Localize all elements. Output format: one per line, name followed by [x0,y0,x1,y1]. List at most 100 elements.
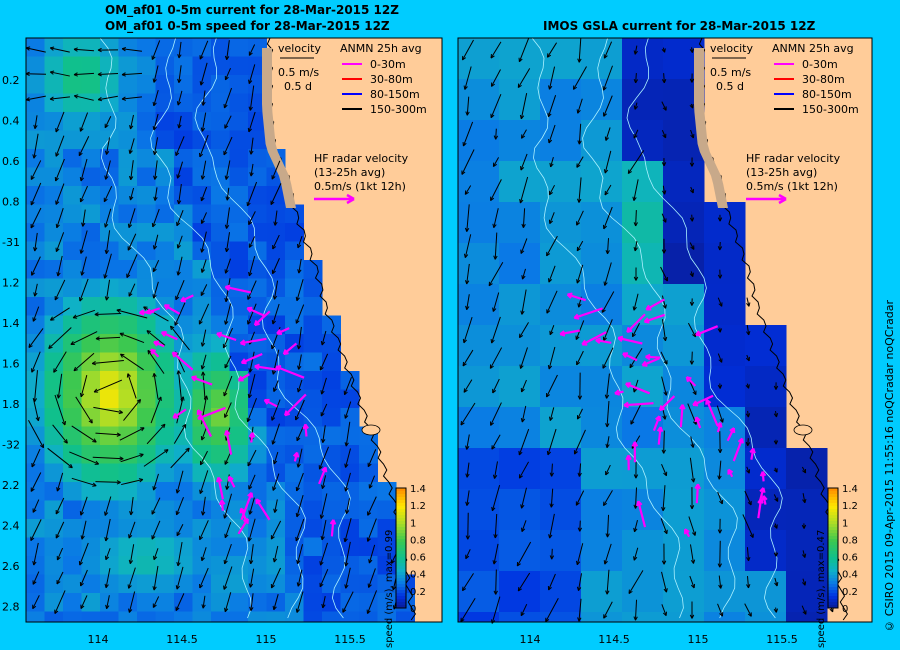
speed-cell [100,167,119,187]
speed-cell [192,593,212,612]
colorbar-segment [396,536,406,540]
speed-cell [248,167,267,187]
speed-cell [155,611,175,622]
speed-cell [100,574,119,594]
speed-cell [81,38,101,57]
speed-cell [137,352,156,372]
speed-cell [100,482,119,501]
speed-cell [155,204,175,224]
speed-cell [340,574,360,594]
anmn-legend-label: 150-300m [370,103,427,116]
speed-cell [581,612,623,622]
speed-cell [100,426,119,446]
speed-cell [540,407,582,449]
speed-cell [63,537,82,557]
speed-cell [63,463,82,483]
speed-cell [303,593,323,612]
speed-cell [63,389,82,409]
speed-cell [540,243,582,285]
hf-legend-title: HF radar velocity [314,152,409,165]
speed-cell [458,202,500,244]
speed-cell [229,593,249,612]
anmn-legend-label: 0-30m [802,58,838,71]
current-arrow [663,430,665,454]
anmn-legend-label: 0-30m [370,58,406,71]
speed-cell [192,500,212,520]
speed-cell [285,537,304,557]
colorbar-segment [828,572,838,576]
speed-cell [155,260,175,279]
speed-cell [540,366,582,408]
speed-cell [118,611,138,622]
speed-cell [622,530,664,572]
speed-cell [540,571,582,613]
speed-cell [26,574,45,594]
speed-cell [81,556,101,575]
speed-cell [100,463,119,483]
speed-cell [540,202,582,244]
speed-cell [192,611,212,622]
colorbar-tick: 0.2 [410,587,426,598]
colorbar-segment [396,524,406,528]
speed-cell [44,593,64,612]
anmn-legend-label: 150-300m [802,103,859,116]
colorbar-segment [396,599,406,603]
colorbar-segment [828,578,838,582]
speed-cell [540,489,582,531]
speed-cell [229,186,249,205]
speed-cell [44,93,64,113]
colorbar-segment [828,602,838,606]
speed-cell [540,284,582,326]
speed-cell [745,407,787,449]
speed-cell [26,463,45,483]
speed-cell [155,537,175,557]
latitude-tick: 0.4 [2,115,20,128]
island [793,424,813,436]
colorbar-segment [396,575,406,579]
colorbar-segment [396,548,406,552]
speed-cell [174,130,193,150]
speed-cell [211,445,230,464]
speed-cell [540,448,582,490]
speed-cell [499,530,541,572]
speed-cell [229,426,249,446]
longitude-tick: 114.5 [166,633,198,646]
speed-cell [81,334,101,353]
colorbar-segment [828,545,838,549]
speed-cell [211,537,230,557]
speed-cell [100,297,119,316]
speed-cell [622,79,664,121]
speed-cell [81,315,101,335]
speed-cell [248,556,267,575]
colorbar-segment [396,551,406,555]
speed-cell [81,593,101,612]
speed-cell [118,149,138,168]
colorbar-label: speed (m/s), max=0.47 [816,530,827,648]
speed-cell [174,315,193,335]
speed-cell [499,407,541,449]
speed-cell [174,38,193,57]
speed-cell [266,223,286,242]
speed-cell [581,571,623,613]
speed-cell [155,167,175,187]
speed-cell [63,167,82,187]
speed-cell [322,537,341,557]
speed-cell [458,366,500,408]
speed-cell [26,334,45,353]
speed-cell [100,408,119,427]
speed-cell [211,93,230,113]
speed-cell [704,243,746,285]
speed-cell [192,389,212,409]
speed-cell [499,243,541,285]
speed-cell [155,500,175,520]
speed-cell [26,519,45,538]
colorbar-segment [396,539,406,543]
speed-cell [340,556,360,575]
longitude-tick: 115.5 [334,633,366,646]
anmn-legend-title: ANMN 25h avg [772,42,854,55]
speed-cell [63,574,82,594]
speed-cell [322,352,341,372]
speed-cell [155,130,175,150]
speed-cell [137,537,156,557]
speed-cell [499,489,541,531]
